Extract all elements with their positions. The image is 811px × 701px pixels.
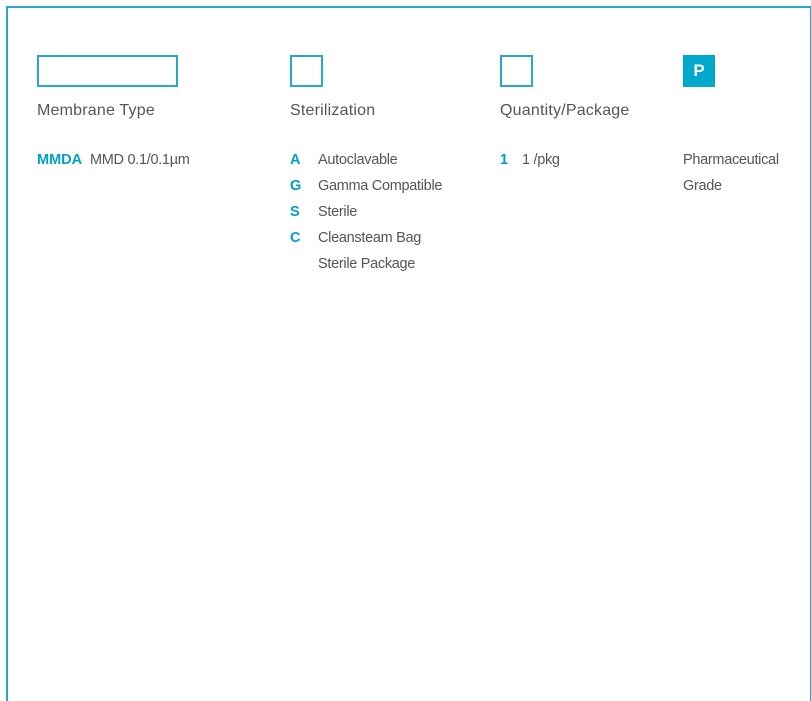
option-code: A [290, 152, 301, 168]
grade-description-wrap: Pharmaceutical Grade [683, 147, 801, 199]
quantity-options: 1 1 /pkg [500, 147, 630, 173]
grade-title [683, 102, 801, 120]
membrane-type-options: MMDA MMD 0.1/0.1µm [37, 147, 190, 173]
membrane-option-mmda[interactable]: MMDA MMD 0.1/0.1µm [37, 147, 190, 173]
option-code: 1 [500, 152, 509, 168]
option-label: 1 /pkg [522, 152, 560, 168]
membrane-type-column: Membrane Type MMDA MMD 0.1/0.1µm [37, 55, 190, 173]
quantity-column: Quantity/Package 1 1 /pkg [500, 55, 630, 173]
grade-description: Pharmaceutical Grade [683, 152, 779, 194]
sterilization-options: A Autoclavable G Gamma Compatible S Ster… [290, 147, 442, 277]
option-code: S [290, 204, 300, 220]
quantity-title: Quantity/Package [500, 102, 630, 119]
sterilization-option-g[interactable]: G Gamma Compatible [290, 173, 442, 199]
sterilization-option-a[interactable]: A Autoclavable [290, 147, 442, 173]
option-label: MMD 0.1/0.1µm [90, 152, 190, 168]
grade-code-box: P [683, 55, 715, 87]
sterilization-code-box[interactable] [290, 55, 323, 87]
quantity-code-box[interactable] [500, 55, 533, 87]
sterilization-title: Sterilization [290, 102, 376, 119]
grade-column: P Pharmaceutical Grade [683, 55, 801, 199]
membrane-type-title: Membrane Type [37, 102, 155, 119]
option-label: Autoclavable [318, 152, 398, 168]
option-label: Cleansteam Bag Sterile Package [318, 230, 421, 272]
option-code: G [290, 178, 302, 194]
option-label: Gamma Compatible [318, 178, 443, 194]
membrane-type-code-box[interactable] [37, 55, 178, 87]
sterilization-option-s[interactable]: S Sterile [290, 199, 442, 225]
option-label: Sterile [318, 204, 357, 220]
option-code: MMDA [37, 152, 83, 168]
quantity-option-1[interactable]: 1 1 /pkg [500, 147, 630, 173]
sterilization-column: Sterilization A Autoclavable G Gamma Com… [290, 55, 442, 277]
sterilization-option-c[interactable]: C Cleansteam Bag Sterile Package [290, 225, 442, 277]
option-code: C [290, 230, 301, 246]
